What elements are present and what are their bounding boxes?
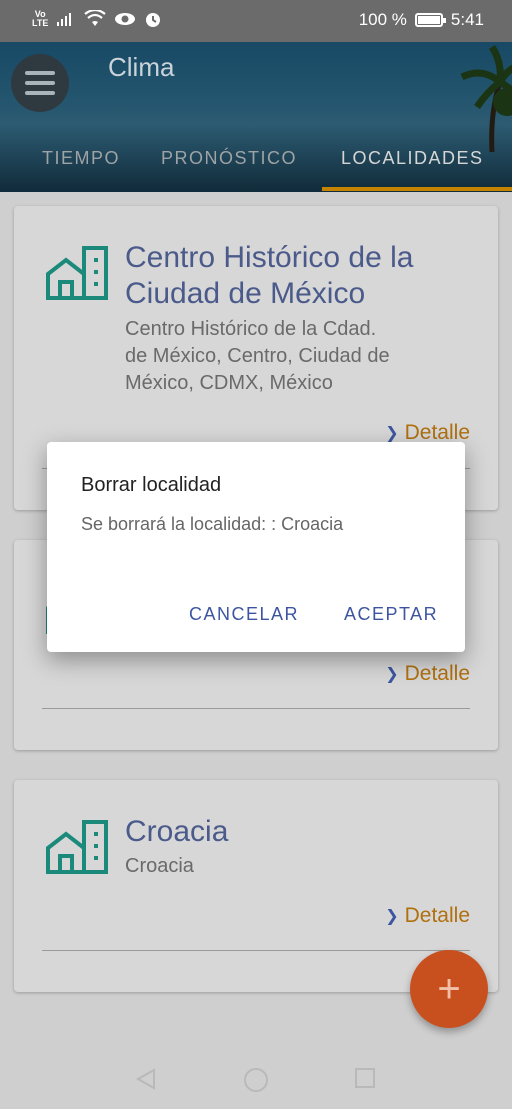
detail-label: Detalle bbox=[404, 904, 470, 927]
plus-icon: + bbox=[437, 966, 461, 1011]
tab-localidades[interactable]: LOCALIDADES bbox=[341, 148, 484, 169]
battery-percent: 100 % bbox=[358, 10, 407, 29]
system-nav-bar bbox=[0, 1050, 512, 1109]
menu-line-icon bbox=[25, 91, 55, 95]
detail-button[interactable]: ❯ Detalle bbox=[385, 662, 470, 686]
dialog-message: Se borrará la localidad: : Croacia bbox=[81, 514, 344, 534]
recents-icon[interactable] bbox=[354, 1067, 376, 1089]
chevron-down-icon: ❯ bbox=[385, 666, 399, 683]
detail-button[interactable]: ❯ Detalle bbox=[385, 904, 470, 928]
tab-bar: TIEMPO PRONÓSTICO LOCALIDADES bbox=[0, 124, 512, 192]
signal-icon bbox=[57, 13, 72, 26]
tab-tiempo[interactable]: TIEMPO bbox=[42, 148, 120, 169]
app-bar: Clima TIEMPO PRONÓSTICO LOCALIDADES bbox=[0, 42, 512, 192]
building-icon bbox=[46, 820, 108, 874]
location-address: de México, Centro, Ciudad de bbox=[125, 345, 390, 367]
volte-icon: Vo LTE bbox=[32, 9, 49, 28]
tab-indicator bbox=[322, 187, 512, 191]
location-address: Croacia bbox=[125, 855, 194, 877]
chevron-down-icon: ❯ bbox=[385, 425, 399, 442]
chevron-down-icon: ❯ bbox=[385, 908, 399, 925]
menu-line-icon bbox=[25, 71, 55, 75]
status-bar: Vo LTE 100 % 5:41 bbox=[0, 0, 512, 42]
menu-button[interactable] bbox=[11, 54, 69, 112]
battery-icon bbox=[414, 13, 446, 27]
alarm-icon bbox=[146, 13, 161, 27]
back-icon[interactable] bbox=[134, 1067, 158, 1091]
tab-pronostico[interactable]: PRONÓSTICO bbox=[161, 148, 297, 169]
location-name: Ciudad de México bbox=[125, 277, 366, 310]
location-name: Centro Histórico de la bbox=[125, 241, 414, 274]
wifi-icon bbox=[84, 10, 107, 26]
home-icon[interactable] bbox=[243, 1067, 269, 1093]
accept-button[interactable]: ACEPTAR bbox=[344, 604, 438, 625]
location-name: Croacia bbox=[125, 815, 229, 848]
menu-line-icon bbox=[25, 81, 55, 85]
building-icon bbox=[46, 246, 108, 300]
divider bbox=[42, 950, 470, 951]
clock: 5:41 bbox=[450, 10, 484, 29]
delete-location-dialog: Borrar localidad Se borrará la localidad… bbox=[47, 442, 465, 652]
divider bbox=[42, 708, 470, 709]
app-title: Clima bbox=[108, 52, 175, 82]
cancel-button[interactable]: CANCELAR bbox=[189, 604, 299, 625]
location-address: Centro Histórico de la Cdad. bbox=[125, 318, 377, 340]
location-address: México, CDMX, México bbox=[125, 372, 333, 394]
eye-icon bbox=[115, 13, 136, 25]
dialog-title: Borrar localidad bbox=[81, 474, 222, 496]
detail-label: Detalle bbox=[404, 662, 470, 685]
add-location-button[interactable]: + bbox=[410, 950, 488, 1028]
